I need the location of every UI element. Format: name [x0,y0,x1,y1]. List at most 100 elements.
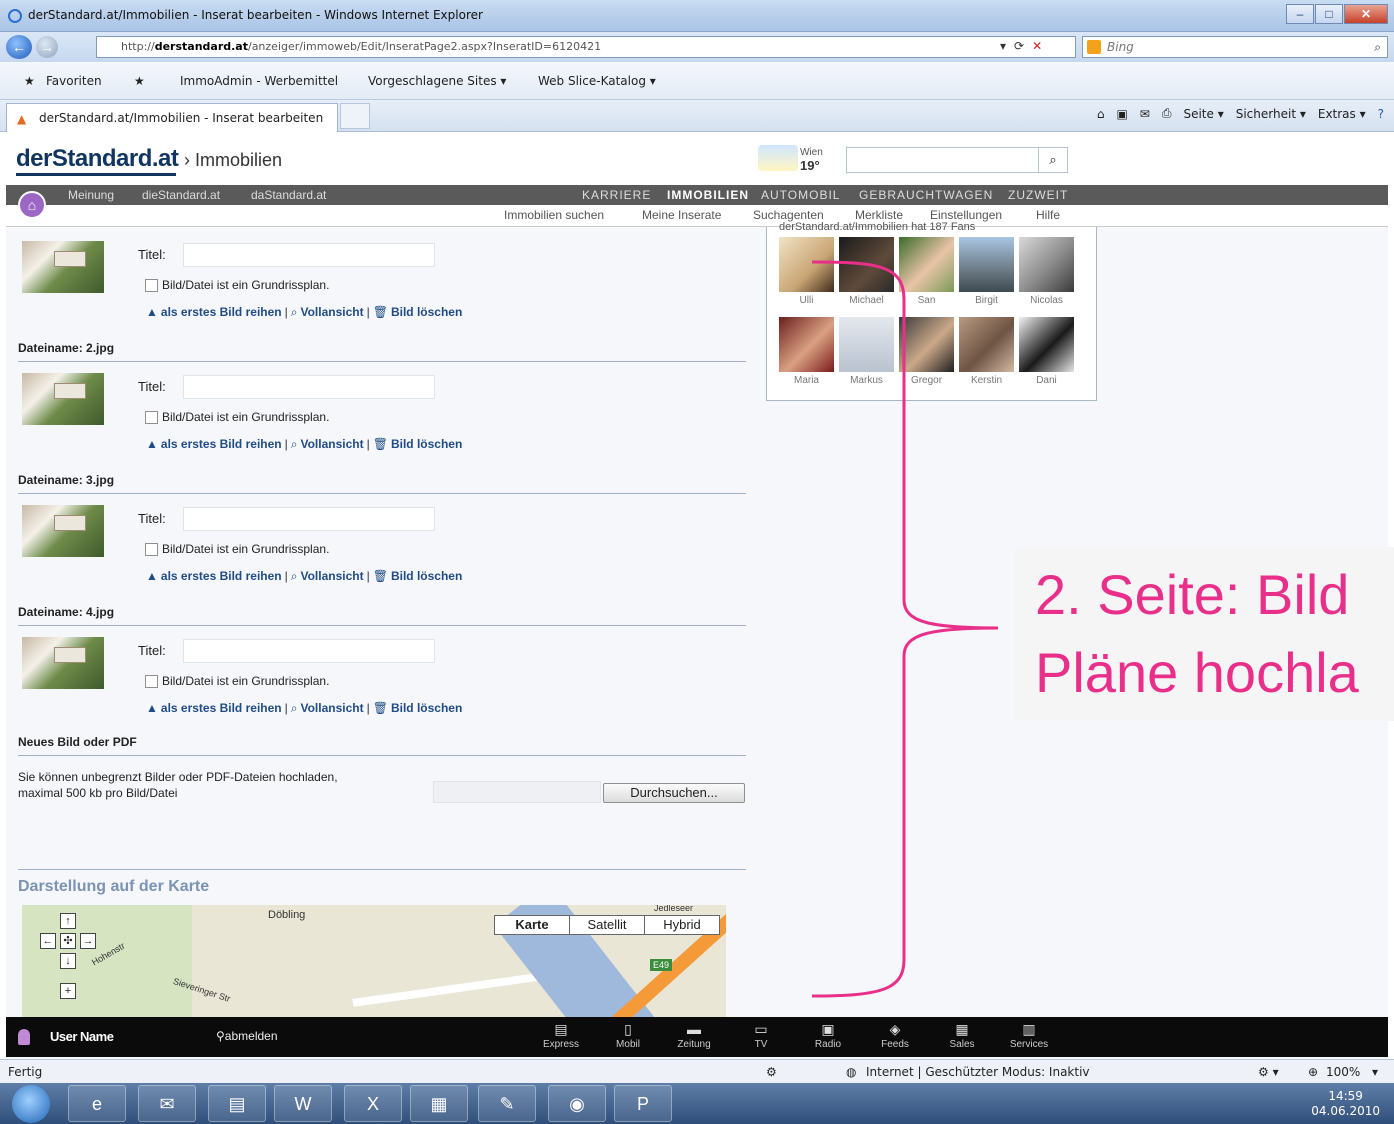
tab-active[interactable]: ▲ derStandard.at/Immobilien - Inserat be… [6,103,338,132]
subnav-merkliste[interactable]: Merkliste [855,208,903,222]
taskbar-snipping-icon[interactable]: ✎ [478,1085,536,1122]
stop-icon[interactable]: ✕ [1032,39,1050,53]
favorites-button[interactable]: Favoriten [46,74,102,88]
taskbar-explorer-icon[interactable]: ▤ [208,1085,266,1122]
help-icon[interactable]: ? [1378,107,1384,121]
menu-extras[interactable]: Extras ▾ [1318,107,1366,121]
browse-button[interactable]: Durchsuchen... [603,783,745,803]
site-search-button[interactable]: ⌕ [1038,148,1067,172]
nav-immobilien[interactable]: IMMOBILIEN [667,188,749,202]
toolbar-radio[interactable]: ▣ Radio [803,1021,853,1050]
new-tab-button[interactable] [340,103,370,129]
title-input[interactable] [183,375,435,399]
map-type-hybrid[interactable]: Hybrid [644,915,720,935]
toolbar-mobil[interactable]: ▯ Mobil [603,1021,653,1050]
menu-page[interactable]: Seite ▾ [1183,107,1223,121]
add-favorite-icon[interactable]: ★ [134,74,145,88]
security-zone[interactable]: Internet | Geschützter Modus: Inaktiv [866,1065,1090,1079]
fullview-link[interactable]: Vollansicht [300,305,363,319]
toolbar-feeds[interactable]: ◈ Feeds [870,1021,920,1050]
subnav-einstellungen[interactable]: Einstellungen [930,208,1002,222]
subnav-hilfe[interactable]: Hilfe [1036,208,1060,222]
forward-button[interactable]: → [36,36,58,58]
fan-card[interactable]: Gregor [899,317,954,386]
taskbar-word-icon[interactable]: W [274,1085,332,1122]
title-input[interactable] [183,507,435,531]
taskbar-firefox-icon[interactable]: ◉ [548,1085,606,1122]
favorite-link-immoadmin[interactable]: ImmoAdmin - Werbemittel [180,74,338,88]
nav-zuzweit[interactable]: ZUZWEIT [1008,188,1068,202]
fullview-link[interactable]: Vollansicht [300,701,363,715]
subnav-meine-inserate[interactable]: Meine Inserate [642,208,721,222]
taskbar-powerpoint-icon[interactable]: P [614,1085,672,1122]
site-logo[interactable]: derStandard.at [16,145,179,173]
map-zoom-in-icon[interactable]: + [60,983,76,999]
delete-link[interactable]: Bild löschen [391,701,462,715]
image-thumbnail[interactable] [22,505,104,557]
fan-card[interactable]: Dani [1019,317,1074,386]
popup-blocker-icon[interactable]: ⚙ [766,1065,777,1079]
menu-security[interactable]: Sicherheit ▾ [1236,107,1306,121]
protected-mode-icon[interactable]: ⚙ ▾ [1258,1065,1279,1079]
move-first-link[interactable]: als erstes Bild reihen [161,701,282,715]
delete-link[interactable]: Bild löschen [391,437,462,451]
clock-time[interactable]: 14:59 [1311,1089,1380,1104]
move-first-link[interactable]: als erstes Bild reihen [161,569,282,583]
print-icon[interactable]: ⎙ [1162,106,1172,121]
maximize-button[interactable]: □ [1315,4,1343,24]
refresh-icon[interactable]: ⟳ [1014,39,1032,53]
nav-meinung[interactable]: Meinung [68,188,114,202]
taskbar-excel-icon[interactable]: X [344,1085,402,1122]
map-pan-up-icon[interactable]: ↑ [60,913,76,929]
user-name[interactable]: User Name [50,1029,114,1044]
fullview-link[interactable]: Vollansicht [300,569,363,583]
search-icon[interactable]: ⌕ [1374,37,1381,57]
back-button[interactable]: ← [6,35,32,59]
toolbar-services[interactable]: ▥ Services [1004,1021,1054,1050]
fan-card[interactable]: Ulli [779,237,834,306]
fan-card[interactable]: Markus [839,317,894,386]
nav-dastandard[interactable]: daStandard.at [251,188,326,202]
toolbar-sales[interactable]: ▦ Sales [937,1021,987,1050]
site-search-input[interactable] [846,147,1068,173]
url-input[interactable]: http://derstandard.at/anzeiger/immoweb/E… [96,36,1076,58]
image-thumbnail[interactable] [22,637,104,689]
fan-card[interactable]: San [899,237,954,306]
title-input[interactable] [183,639,435,663]
fan-card[interactable]: Nicolas [1019,237,1074,306]
toolbar-zeitung[interactable]: ▬ Zeitung [669,1021,719,1050]
mail-icon[interactable]: ✉ [1140,107,1150,121]
image-thumbnail[interactable] [22,241,104,293]
taskbar-ie-icon[interactable]: e [68,1085,126,1122]
zoom-level[interactable]: 100% [1326,1065,1360,1079]
start-button[interactable] [12,1085,50,1123]
map-pan-down-icon[interactable]: ↓ [60,953,76,969]
zoom-dropdown-icon[interactable]: ▾ [1372,1065,1378,1079]
move-first-link[interactable]: als erstes Bild reihen [161,437,282,451]
toolbar-express[interactable]: ▤ Express [536,1021,586,1050]
favorite-link-suggested[interactable]: Vorgeschlagene Sites ▾ [368,74,506,88]
fan-card[interactable]: Birgit [959,237,1014,306]
nav-automobil[interactable]: AUTOMOBIL [761,188,840,202]
clock-date[interactable]: 04.06.2010 [1311,1104,1380,1119]
floorplan-checkbox[interactable] [145,543,158,556]
minimize-button[interactable]: – [1286,4,1314,24]
map-type-satellit[interactable]: Satellit [569,915,645,935]
dropdown-icon[interactable]: ▾ [1000,39,1014,53]
home-icon[interactable]: ⌂ [1097,107,1105,121]
delete-link[interactable]: Bild löschen [391,569,462,583]
nav-karriere[interactable]: KARRIERE [582,188,651,202]
toolbar-tv[interactable]: ▭ TV [736,1021,786,1050]
logout-link[interactable]: ⚲abmelden [216,1029,278,1043]
map-pan-right-icon[interactable]: → [80,933,96,949]
taskbar-outlook-icon[interactable]: ✉ [138,1085,196,1122]
move-first-link[interactable]: als erstes Bild reihen [161,305,282,319]
fan-card[interactable]: Kerstin [959,317,1014,386]
map[interactable]: Döbling Jedleseer E49 Hohenstr Sievering… [22,905,726,1019]
search-box[interactable]: Bing ⌕ [1082,36,1388,58]
subnav-suchagenten[interactable]: Suchagenten [753,208,824,222]
subnav-suchen[interactable]: Immobilien suchen [504,208,604,222]
map-type-karte[interactable]: Karte [494,915,570,935]
feeds-icon[interactable]: ▣ [1116,107,1127,121]
taskbar-calculator-icon[interactable]: ▦ [410,1085,468,1122]
